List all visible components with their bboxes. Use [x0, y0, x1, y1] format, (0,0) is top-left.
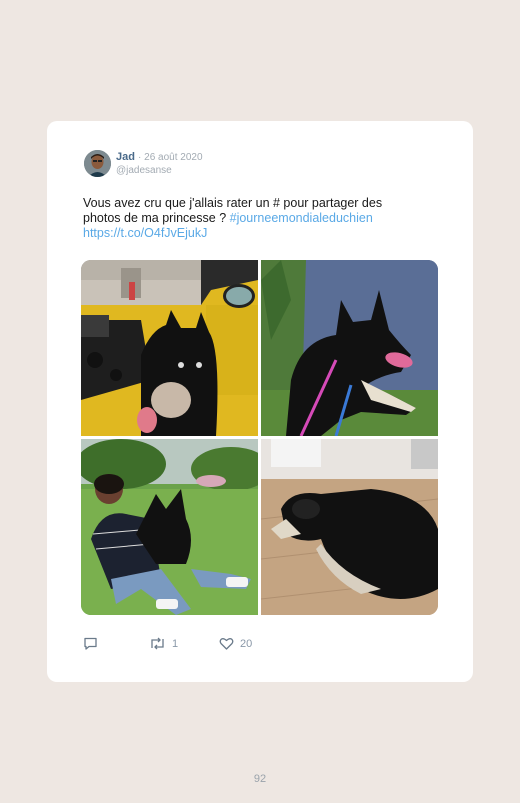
reply-button[interactable] — [83, 636, 104, 651]
heart-icon — [219, 636, 234, 651]
photo-dog-in-yellow-car[interactable] — [81, 260, 258, 436]
like-count: 20 — [240, 637, 253, 650]
tweet-card: Jad · 26 août 2020 @jadesanse Vous avez … — [47, 121, 473, 682]
photo-dog-lying-on-floor[interactable] — [261, 439, 438, 615]
reply-icon — [83, 636, 98, 651]
retweet-count: 1 — [172, 637, 179, 650]
like-button[interactable]: 20 — [219, 636, 252, 651]
hashtag-link[interactable]: #journeemondialeduchien — [230, 211, 373, 225]
photo-person-hugging-dog[interactable] — [81, 439, 258, 615]
avatar[interactable] — [84, 150, 111, 177]
tweet-text: Vous avez cru que j'allais rater un # po… — [83, 196, 423, 241]
tweet-url-link[interactable]: https://t.co/O4fJvEjukJ — [83, 226, 207, 240]
retweet-button[interactable]: 1 — [149, 636, 178, 651]
author-handle[interactable]: @jadesanse — [116, 164, 203, 177]
photo-dog-by-lake[interactable] — [261, 260, 438, 436]
page-number: 92 — [253, 773, 267, 785]
tweet-date: · 26 août 2020 — [138, 152, 203, 163]
photo-grid — [81, 260, 438, 615]
retweet-icon — [149, 636, 166, 651]
author-name[interactable]: Jad — [116, 151, 135, 163]
tweet-header: Jad · 26 août 2020 @jadesanse — [116, 151, 203, 177]
